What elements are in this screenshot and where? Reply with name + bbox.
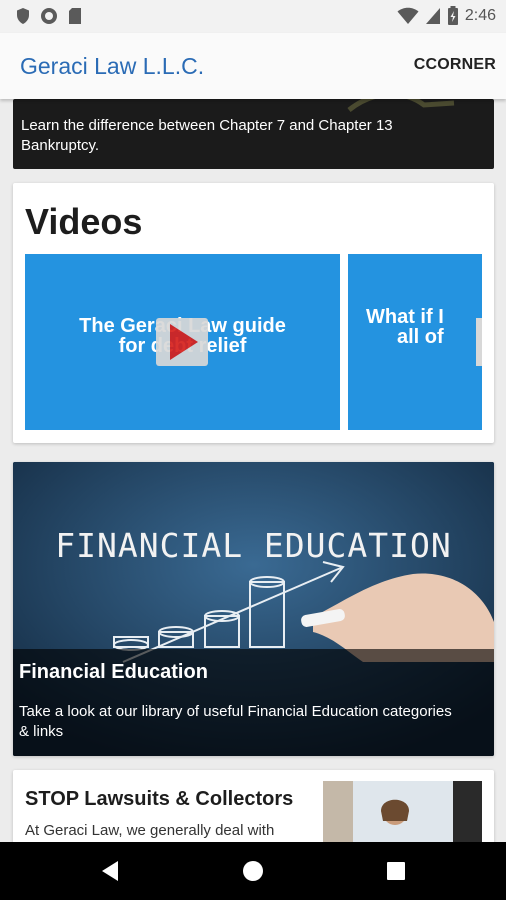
- notification-icons: [16, 7, 82, 25]
- app-title: Geraci Law L.L.C.: [20, 53, 205, 79]
- stop-lawsuits-card[interactable]: STOP Lawsuits & Collectors At Geraci Law…: [13, 770, 494, 842]
- video-title-line: What if I: [366, 306, 444, 328]
- signal-icon: [425, 8, 440, 24]
- recents-button[interactable]: [366, 842, 426, 900]
- play-button[interactable]: [476, 318, 482, 366]
- financial-education-card[interactable]: FINANCIAL EDUCATION Financial Education …: [13, 462, 494, 756]
- card-title: Financial Education: [19, 661, 208, 683]
- card-caption: Financial Education Take a look at our l…: [13, 649, 494, 756]
- card-description: Learn the difference between Chapter 7 a…: [21, 117, 393, 154]
- home-button[interactable]: [223, 842, 283, 900]
- chalkboard-text: FINANCIAL EDUCATION: [55, 526, 452, 565]
- card-description: At Geraci Law, we generally deal with: [25, 822, 275, 839]
- battery-icon: [447, 6, 458, 25]
- content-feed[interactable]: Learn the difference between Chapter 7 a…: [0, 99, 506, 842]
- back-icon: [102, 861, 118, 881]
- videos-heading: Videos: [25, 201, 143, 242]
- play-icon: [170, 324, 198, 360]
- card-thumbnail: [323, 781, 482, 842]
- status-bar: 2:46: [0, 0, 506, 33]
- video-title-line: all of: [397, 326, 444, 348]
- clock: 2:46: [464, 7, 496, 24]
- back-button[interactable]: [80, 842, 140, 900]
- bankruptcy-card[interactable]: Learn the difference between Chapter 7 a…: [13, 99, 494, 169]
- wifi-icon: [397, 7, 419, 24]
- card-description: Take a look at our library of useful Fin…: [19, 703, 452, 740]
- videos-card: Videos The Geraci Law guide for debt rel…: [13, 183, 494, 443]
- sd-card-icon: [69, 8, 81, 24]
- circle-icon: [41, 8, 57, 24]
- play-button[interactable]: [156, 318, 208, 366]
- video-tile[interactable]: The Geraci Law guide for debt relief: [25, 254, 340, 430]
- video-tile[interactable]: What if I all of: [348, 254, 482, 430]
- system-icons: 2:46: [397, 6, 496, 26]
- app-bar: Geraci Law L.L.C. CCORNER: [0, 33, 506, 99]
- shield-icon: [17, 8, 29, 24]
- card-title: STOP Lawsuits & Collectors: [25, 788, 294, 810]
- recents-icon: [387, 862, 405, 880]
- home-icon: [243, 861, 263, 881]
- ccorner-button[interactable]: CCORNER: [414, 56, 496, 74]
- navigation-bar: [0, 842, 506, 900]
